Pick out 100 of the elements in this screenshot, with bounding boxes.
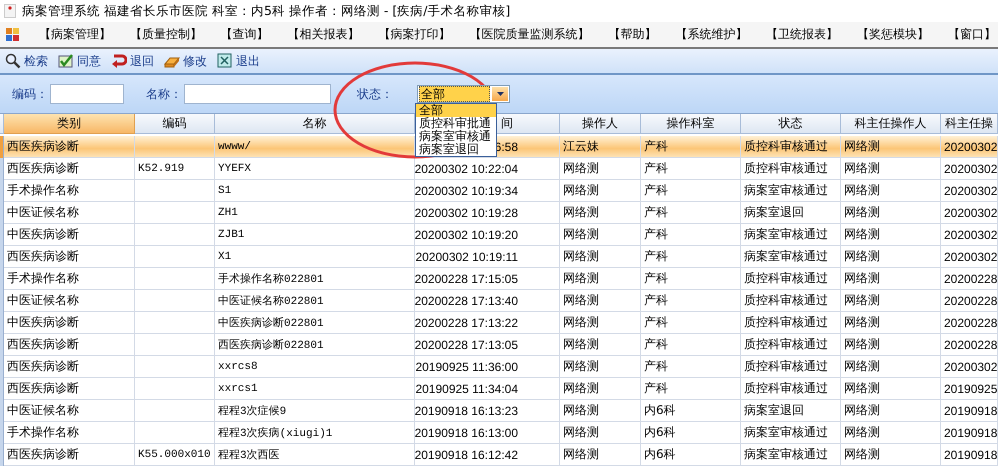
dropdown-arrow-button[interactable]	[492, 87, 508, 101]
row-selector[interactable]	[0, 378, 4, 400]
row-selector[interactable]	[0, 312, 4, 334]
table-cell: 20200302	[941, 136, 998, 158]
row-selector[interactable]	[0, 246, 4, 268]
row-selector[interactable]	[0, 422, 4, 444]
menu-item[interactable]: 【相关报表】	[288, 24, 360, 45]
toolbar-button[interactable]: 修改	[162, 52, 209, 70]
table-cell: 程程3次症候9	[215, 400, 415, 422]
close-box-icon	[217, 53, 233, 69]
table-cell: K55.000x010	[135, 444, 215, 466]
table-cell: ZJB1	[215, 224, 415, 246]
table-cell: 病案室退回	[741, 202, 841, 224]
row-selector[interactable]	[0, 334, 4, 356]
table-cell: 网络测	[841, 246, 941, 268]
field-label: 名称：	[146, 86, 182, 102]
menu-item[interactable]: 【卫统报表】	[766, 24, 838, 45]
table-cell: 西医疾病诊断	[4, 158, 135, 180]
table-cell: 20200228	[941, 290, 998, 312]
table-cell: 手术操作名称	[4, 422, 135, 444]
column-header[interactable]: 操作人	[560, 114, 641, 134]
row-selector[interactable]	[0, 290, 4, 312]
dropdown-option[interactable]: 质控科审批通	[416, 117, 496, 130]
table-cell: 产科	[641, 356, 741, 378]
table-cell: 20190918 16:13:00	[415, 422, 560, 444]
menu-item[interactable]: 【质量控制】	[130, 24, 202, 45]
table-cell: 网络测	[560, 356, 641, 378]
table-cell: 中医证候名称	[4, 400, 135, 422]
column-header[interactable]: 操作科室	[641, 114, 741, 134]
table-cell: 网络测	[841, 202, 941, 224]
table-cell: 20200302 10:19:34	[415, 180, 560, 202]
toolbar-button[interactable]: 同意	[56, 52, 103, 70]
table-cell: 20190918 16:12:42	[415, 444, 560, 466]
menu-item[interactable]: 【窗口】	[948, 24, 996, 45]
table-cell: 网络测	[560, 158, 641, 180]
row-selector[interactable]	[0, 158, 4, 180]
menu-item[interactable]: 【医院质量监测系统】	[469, 24, 590, 45]
input-field[interactable]	[184, 84, 331, 104]
menu-item[interactable]: 【系统维护】	[675, 24, 748, 45]
row-selector[interactable]	[0, 224, 4, 246]
column-header[interactable]: 科主任操作人	[841, 114, 941, 134]
search-icon	[5, 53, 21, 69]
table-cell: 20200302 10:19:20	[415, 224, 560, 246]
row-selector[interactable]	[0, 136, 4, 158]
table-cell: X1	[215, 246, 415, 268]
column-header[interactable]: 名称	[215, 114, 415, 134]
table-cell: 产科	[641, 202, 741, 224]
toolbar-button[interactable]: 退回	[109, 52, 156, 70]
input-field[interactable]	[50, 84, 124, 104]
column-header[interactable]: 编码	[135, 114, 215, 134]
table-cell: 质控科审核通过	[741, 356, 841, 378]
table-cell: 网络测	[560, 400, 641, 422]
table-cell: 20200228	[941, 312, 998, 334]
menu-item[interactable]: 【病案管理】	[38, 24, 111, 45]
table-cell: 网络测	[560, 312, 641, 334]
table-cell: 手术操作名称022801	[215, 268, 415, 290]
table-cell: 20200302 10:19:11	[415, 246, 560, 268]
table-cell: 中医证候名称	[4, 290, 135, 312]
row-selector[interactable]	[0, 268, 4, 290]
table-cell: 程程3次西医	[215, 444, 415, 466]
toolbar-button[interactable]: 退出	[215, 52, 262, 70]
table-cell: xxrcs8	[215, 356, 415, 378]
table-cell: xxrcs1	[215, 378, 415, 400]
table-cell: 20190925 11:36:00	[415, 356, 560, 378]
table-cell: K52.919	[135, 158, 215, 180]
table-cell: 中医证候名称022801	[215, 290, 415, 312]
table-cell: 网络测	[841, 378, 941, 400]
menu-item[interactable]: 【查询】	[220, 24, 269, 45]
menu-item[interactable]: 【奖惩模块】	[857, 24, 930, 45]
row-selector[interactable]	[0, 356, 4, 378]
row-selector[interactable]	[0, 444, 4, 466]
column-header[interactable]: 科主任操	[941, 114, 998, 134]
dropdown-option[interactable]: 全部	[416, 104, 496, 117]
table-cell: 网络测	[560, 180, 641, 202]
row-selector[interactable]	[0, 202, 4, 224]
table-cell: 中医疾病诊断	[4, 312, 135, 334]
table-cell: 程程3次疾病(xiugi)1	[215, 422, 415, 444]
table-cell: 20200228 17:15:05	[415, 268, 560, 290]
column-header[interactable]: 状态	[741, 114, 841, 134]
table-cell: 质控科审核通过	[741, 334, 841, 356]
table-cell: YYEFX	[215, 158, 415, 180]
menu-item[interactable]: 【帮助】	[608, 24, 656, 45]
menu-grid-icon[interactable]	[6, 28, 20, 42]
column-header[interactable]: 类别	[4, 114, 135, 134]
table-cell: 20190925 11:34:04	[415, 378, 560, 400]
row-selector[interactable]	[0, 400, 4, 422]
table-cell: 20190918	[941, 444, 998, 466]
return-arrow-icon	[111, 53, 127, 69]
table-cell: 质控科审核通过	[741, 312, 841, 334]
row-selector[interactable]	[0, 180, 4, 202]
table-cell: 西医疾病诊断	[4, 334, 135, 356]
table-cell: 西医疾病诊断	[4, 356, 135, 378]
dropdown-option[interactable]: 病案室退回	[416, 143, 496, 156]
menu-item[interactable]: 【病案打印】	[378, 24, 451, 45]
table-cell: 网络测	[560, 290, 641, 312]
table-cell: 江云妹	[560, 136, 641, 158]
status-dropdown[interactable]: 全部	[417, 85, 510, 103]
table-cell: 网络测	[560, 268, 641, 290]
table-cell: 内6科	[641, 444, 741, 466]
toolbar-button[interactable]: 检索	[3, 52, 50, 70]
